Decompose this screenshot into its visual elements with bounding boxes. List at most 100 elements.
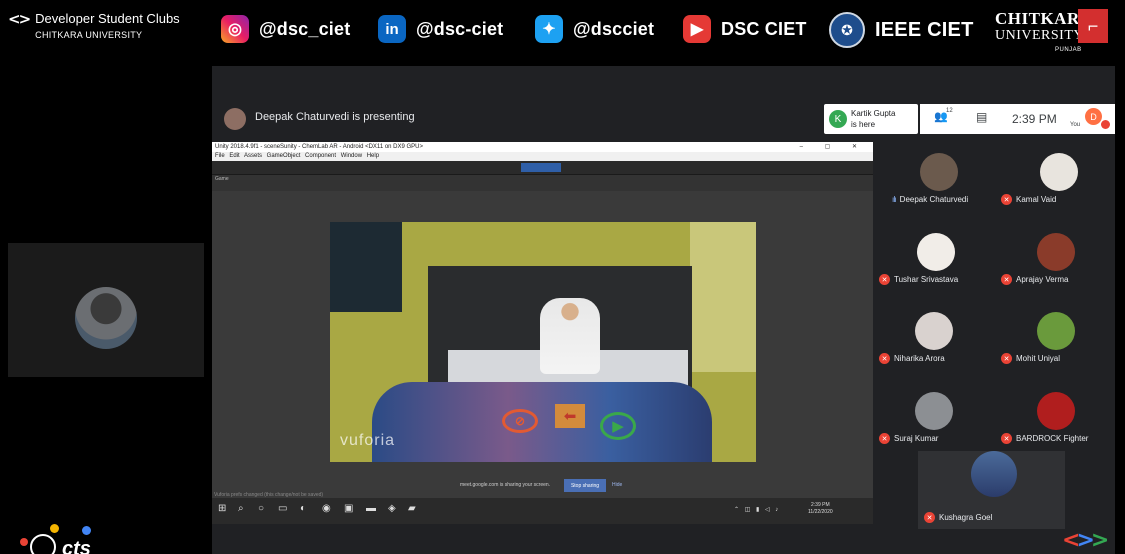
self-mute-icon — [1101, 120, 1110, 129]
ar-stop-button[interactable]: ⊘ — [502, 409, 538, 433]
system-tray-icons[interactable]: ⌃ ◫ ▮ ◁ ♪ — [734, 506, 780, 513]
speaking-icon: ıIı — [892, 195, 897, 204]
join-name: Kartik Gupta — [851, 109, 896, 118]
participant-avatar — [1037, 392, 1075, 430]
club-title: Developer Student Clubs — [35, 11, 180, 26]
participant-avatar — [915, 312, 953, 350]
join-notification[interactable]: K Kartik Gupta is here — [824, 104, 918, 134]
muted-icon: ✕ — [924, 512, 935, 523]
join-avatar: K — [829, 110, 847, 128]
dsc-chevron-icon: <> — [8, 10, 31, 28]
join-status: is here — [851, 120, 876, 129]
twitter-icon: ✦ — [535, 15, 563, 43]
muted-icon: ✕ — [1001, 353, 1012, 364]
you-label: You — [1070, 122, 1081, 128]
ar-teacher-model — [540, 298, 600, 374]
chat-icon[interactable]: ▤ — [976, 110, 987, 124]
screen-share-bar: meet.google.com is sharing your screen. … — [454, 479, 644, 493]
presenting-text: Deepak Chaturvedi is presenting — [255, 111, 415, 123]
dsc-logo: <> Developer Student Clubs CHITKARA UNIV… — [8, 10, 180, 42]
participant-name: Tushar Srivastava — [894, 275, 959, 284]
unity-toolbar — [212, 161, 873, 175]
vuforia-watermark: vuforia — [340, 432, 396, 449]
club-subtitle: CHITKARA UNIVERSITY — [35, 30, 143, 40]
muted-icon: ✕ — [879, 433, 890, 444]
twitter-handle: ✦ @dscciet — [535, 15, 654, 43]
stream-frame: <> Developer Student Clubs CHITKARA UNIV… — [0, 0, 1125, 554]
instagram-handle: ◎ @dsc_ciet — [221, 15, 350, 43]
instagram-label: @dsc_ciet — [259, 18, 351, 39]
presenter-avatar — [224, 108, 246, 130]
muted-icon: ✕ — [879, 353, 890, 364]
participant-count: 12 — [946, 108, 953, 114]
linkedin-handle: in @dsc-ciet — [378, 15, 503, 43]
speaker-camera-tile — [8, 243, 204, 377]
unity-menubar[interactable]: File Edit Assets GameObject Component Wi… — [212, 152, 873, 161]
participant-name: BARDROCK Fighter — [1016, 434, 1089, 443]
participant-name: Aprajay Verma — [1016, 275, 1069, 284]
windows-taskbar: ⊞ ⌕ ○ ▭ ◐ ◉ ▣ ▬ ◈ ▰ ⌃ ◫ ▮ ◁ ♪ 2:39 PM 11… — [212, 498, 873, 524]
top-banner: <> Developer Student Clubs CHITKARA UNIV… — [0, 0, 1125, 62]
self-avatar[interactable]: D — [1085, 108, 1102, 125]
participant-avatar — [971, 451, 1017, 497]
muted-icon: ✕ — [1001, 194, 1012, 205]
participant-avatar — [917, 233, 955, 271]
background-wall — [330, 222, 402, 312]
unity-title-text: Unity 2018.4.9f1 - sceneSunity - ChemLab… — [215, 144, 424, 150]
task-view-icon[interactable]: ○ — [258, 503, 264, 514]
cts-node-icon — [82, 526, 91, 535]
chitkara-logo: CHITKARA UNIVERSITY PUNJAB ⌐ — [995, 9, 1113, 55]
participant-avatar — [915, 392, 953, 430]
folder-icon[interactable]: ▰ — [408, 503, 416, 514]
taskbar-date: 11/22/2020 — [808, 509, 833, 515]
participant-name: Mohit Uniyal — [1016, 354, 1061, 363]
muted-icon: ✕ — [1001, 274, 1012, 285]
ar-back-button[interactable]: ⬅ — [555, 404, 585, 428]
cts-text: cts — [62, 538, 91, 554]
ieee-label: IEEE CIET — [875, 18, 974, 41]
app-icon[interactable]: ▣ — [344, 503, 353, 514]
hide-link[interactable]: Hide — [612, 482, 622, 488]
ar-game-view: ⊘ ⬅ ▶ vuforia — [330, 222, 756, 462]
terminal-icon[interactable]: ▬ — [366, 503, 376, 514]
participant-name: Kamal Vaid — [1016, 195, 1057, 204]
chitkara-line2: UNIVERSITY — [995, 28, 1084, 43]
unity-titlebar: Unity 2018.4.9f1 - sceneSunity - ChemLab… — [212, 142, 873, 152]
ieee-handle: ✪ IEEE CIET — [829, 12, 974, 48]
file-explorer-icon[interactable]: ▭ — [278, 503, 287, 514]
instagram-icon: ◎ — [221, 15, 249, 43]
meet-window: Deepak Chaturvedi is presenting K Kartik… — [212, 66, 1115, 554]
physical-table — [372, 382, 712, 462]
stop-sharing-button[interactable]: Stop sharing — [564, 479, 606, 492]
participant-avatar — [1037, 312, 1075, 350]
edge-icon[interactable]: ◐ — [300, 503, 306, 514]
taskbar-clock: 2:39 PM 11/22/2020 — [808, 502, 833, 516]
muted-icon: ✕ — [1001, 433, 1012, 444]
muted-icon: ✕ — [879, 274, 890, 285]
taskbar-time: 2:39 PM — [811, 502, 830, 508]
chrome-icon[interactable]: ◉ — [322, 503, 331, 514]
search-icon[interactable]: ⌕ — [238, 503, 244, 514]
meet-clock: 2:39 PM — [1012, 112, 1057, 126]
game-tab[interactable]: Game — [215, 176, 229, 182]
unity-icon[interactable]: ◈ — [388, 503, 396, 514]
meet-top-controls: 👥 12 ▤ 2:39 PM You D — [920, 104, 1115, 134]
shared-screen: Unity 2018.4.9f1 - sceneSunity - ChemLab… — [212, 142, 873, 524]
dsc-brackets-icon: <>> — [1062, 528, 1109, 553]
share-text: meet.google.com is sharing your screen. — [460, 482, 551, 488]
twitter-label: @dscciet — [573, 18, 655, 39]
participant-name: Niharika Arora — [894, 354, 945, 363]
participant-name: Suraj Kumar — [894, 434, 939, 443]
join-text: Kartik Gupta is here — [851, 108, 895, 130]
youtube-label: DSC CIET — [721, 18, 807, 39]
participant-name: Kushagra Goel — [939, 513, 993, 522]
ar-play-button[interactable]: ▶ — [600, 412, 636, 440]
play-controls[interactable] — [521, 163, 561, 172]
speaker-avatar — [75, 287, 137, 349]
cts-node-icon — [20, 538, 28, 546]
ieee-logo-icon: ✪ — [829, 12, 865, 48]
window-controls-icon[interactable]: – ▢ ✕ — [800, 142, 867, 152]
start-icon[interactable]: ⊞ — [218, 503, 226, 514]
background-window — [690, 222, 756, 372]
participant-avatar — [920, 153, 958, 191]
